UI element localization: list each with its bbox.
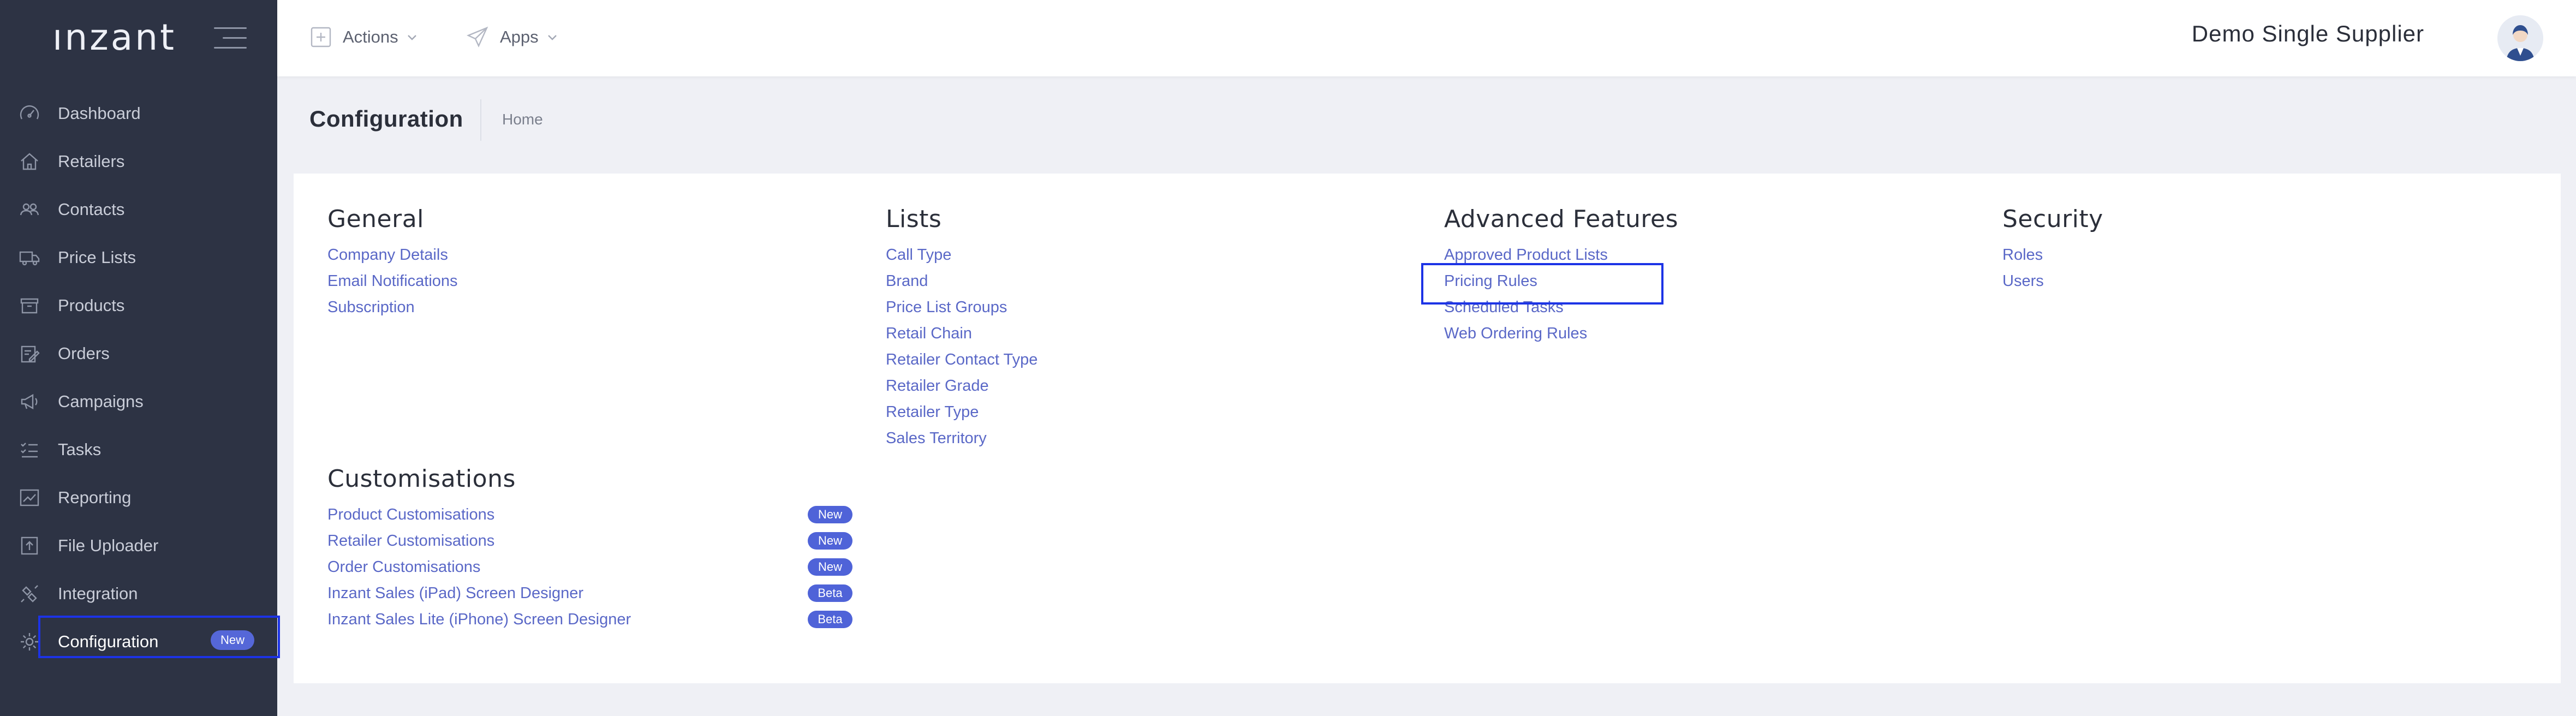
sidebar-item-price-lists[interactable]: Price Lists	[0, 234, 277, 282]
link-product-customisations[interactable]: Product Customisations	[327, 502, 494, 528]
chevron-down-icon	[407, 35, 416, 40]
breadcrumb-home[interactable]: Home	[502, 111, 543, 128]
dashboard-icon	[19, 103, 40, 124]
chart-icon	[19, 487, 40, 509]
sidebar-item-products[interactable]: Products	[0, 282, 277, 330]
actions-menu-button[interactable]: Actions	[310, 24, 418, 50]
list-item: Product Customisations New	[327, 502, 852, 528]
contacts-icon	[19, 199, 40, 220]
configuration-card: General Company Details Email Notificati…	[294, 174, 2561, 683]
app-logo[interactable]: ınzant	[52, 16, 176, 58]
link-retailer-type[interactable]: Retailer Type	[886, 399, 1037, 425]
clipboard-edit-icon	[19, 343, 40, 365]
general-section: General Company Details Email Notificati…	[327, 205, 458, 320]
link-iphone-screen-designer[interactable]: Inzant Sales Lite (iPhone) Screen Design…	[327, 606, 631, 633]
link-price-list-groups[interactable]: Price List Groups	[886, 294, 1037, 320]
add-square-icon	[311, 27, 331, 47]
gear-icon	[19, 631, 40, 653]
sidebar-item-label: Price Lists	[58, 248, 136, 267]
sidebar-item-integration[interactable]: Integration	[0, 570, 277, 618]
sidebar-item-label: Integration	[58, 584, 138, 603]
link-email-notifications[interactable]: Email Notifications	[327, 268, 458, 294]
sidebar-item-campaigns[interactable]: Campaigns	[0, 378, 277, 426]
menu-toggle-icon[interactable]	[214, 27, 247, 49]
truck-icon	[19, 247, 40, 268]
sidebar-item-contacts[interactable]: Contacts	[0, 186, 277, 234]
sidebar-item-label: Reporting	[58, 488, 132, 507]
apps-label: Apps	[500, 27, 539, 46]
sidebar-item-label: Contacts	[58, 200, 125, 219]
header-divider	[480, 99, 481, 141]
link-web-ordering-rules[interactable]: Web Ordering Rules	[1444, 320, 1678, 347]
top-bar: Actions Apps Demo Single Supplier	[277, 0, 2576, 76]
sidebar-item-tasks[interactable]: Tasks	[0, 426, 277, 474]
new-badge: New	[808, 532, 852, 550]
new-badge: New	[808, 558, 852, 576]
box-icon	[19, 295, 40, 317]
sidebar-nav: Dashboard Retailers Contacts Price Lists…	[0, 90, 277, 666]
link-retailer-customisations[interactable]: Retailer Customisations	[327, 528, 494, 554]
customisations-section: Customisations Product Customisations Ne…	[327, 465, 852, 633]
link-subscription[interactable]: Subscription	[327, 294, 458, 320]
link-retail-chain[interactable]: Retail Chain	[886, 320, 1037, 347]
sidebar-item-label: File Uploader	[58, 536, 159, 555]
chevron-down-icon	[547, 35, 557, 40]
sidebar-item-file-uploader[interactable]: File Uploader	[0, 522, 277, 570]
sidebar-item-label: Tasks	[58, 440, 102, 459]
link-sales-territory[interactable]: Sales Territory	[886, 425, 1037, 451]
beta-badge: Beta	[808, 584, 852, 602]
sidebar-item-label: Campaigns	[58, 392, 144, 411]
section-title-advanced-features: Advanced Features	[1444, 205, 1679, 233]
sidebar-item-dashboard[interactable]: Dashboard	[0, 90, 277, 138]
link-retailer-grade[interactable]: Retailer Grade	[886, 373, 1037, 399]
sidebar-item-label: Products	[58, 296, 125, 315]
page-title: Configuration	[309, 106, 463, 132]
lists-section: Lists Call Type Brand Price List Groups …	[886, 205, 1037, 451]
list-item: Inzant Sales Lite (iPhone) Screen Design…	[327, 606, 852, 633]
new-badge: New	[808, 506, 852, 523]
user-avatar[interactable]	[2497, 15, 2543, 61]
link-roles[interactable]: Roles	[2002, 242, 2103, 268]
selection-highlight	[1421, 263, 1663, 305]
integration-icon	[19, 583, 40, 605]
sidebar-item-label: Retailers	[58, 152, 125, 171]
upload-icon	[19, 535, 40, 557]
link-company-details[interactable]: Company Details	[327, 242, 458, 268]
link-users[interactable]: Users	[2002, 268, 2103, 294]
link-call-type[interactable]: Call Type	[886, 242, 1037, 268]
company-name: Demo Single Supplier	[2191, 21, 2424, 46]
beta-badge: Beta	[808, 611, 852, 628]
megaphone-icon	[19, 391, 40, 413]
section-title-security: Security	[2002, 205, 2103, 233]
link-retailer-contact-type[interactable]: Retailer Contact Type	[886, 347, 1037, 373]
actions-label: Actions	[343, 27, 398, 46]
list-item: Order Customisations New	[327, 554, 852, 580]
paper-plane-icon	[467, 26, 488, 47]
link-order-customisations[interactable]: Order Customisations	[327, 554, 480, 580]
sidebar-item-label: Orders	[58, 344, 110, 363]
selection-highlight	[38, 616, 280, 658]
user-icon	[2497, 15, 2543, 61]
security-section: Security Roles Users	[2002, 205, 2103, 294]
link-ipad-screen-designer[interactable]: Inzant Sales (iPad) Screen Designer	[327, 580, 583, 606]
sidebar-item-retailers[interactable]: Retailers	[0, 138, 277, 186]
link-brand[interactable]: Brand	[886, 268, 1037, 294]
sidebar-item-orders[interactable]: Orders	[0, 330, 277, 378]
home-icon	[19, 151, 40, 172]
sidebar-item-reporting[interactable]: Reporting	[0, 474, 277, 522]
list-item: Retailer Customisations New	[327, 528, 852, 554]
section-title-customisations: Customisations	[327, 465, 516, 493]
sidebar: ınzant Dashboard Retailers Contacts Pric…	[0, 0, 277, 716]
tasks-icon	[19, 439, 40, 461]
apps-menu-button[interactable]: Apps	[466, 24, 558, 50]
sidebar-item-label: Dashboard	[58, 104, 141, 123]
section-title-general: General	[327, 205, 424, 233]
section-title-lists: Lists	[886, 205, 942, 233]
list-item: Inzant Sales (iPad) Screen Designer Beta	[327, 580, 852, 606]
